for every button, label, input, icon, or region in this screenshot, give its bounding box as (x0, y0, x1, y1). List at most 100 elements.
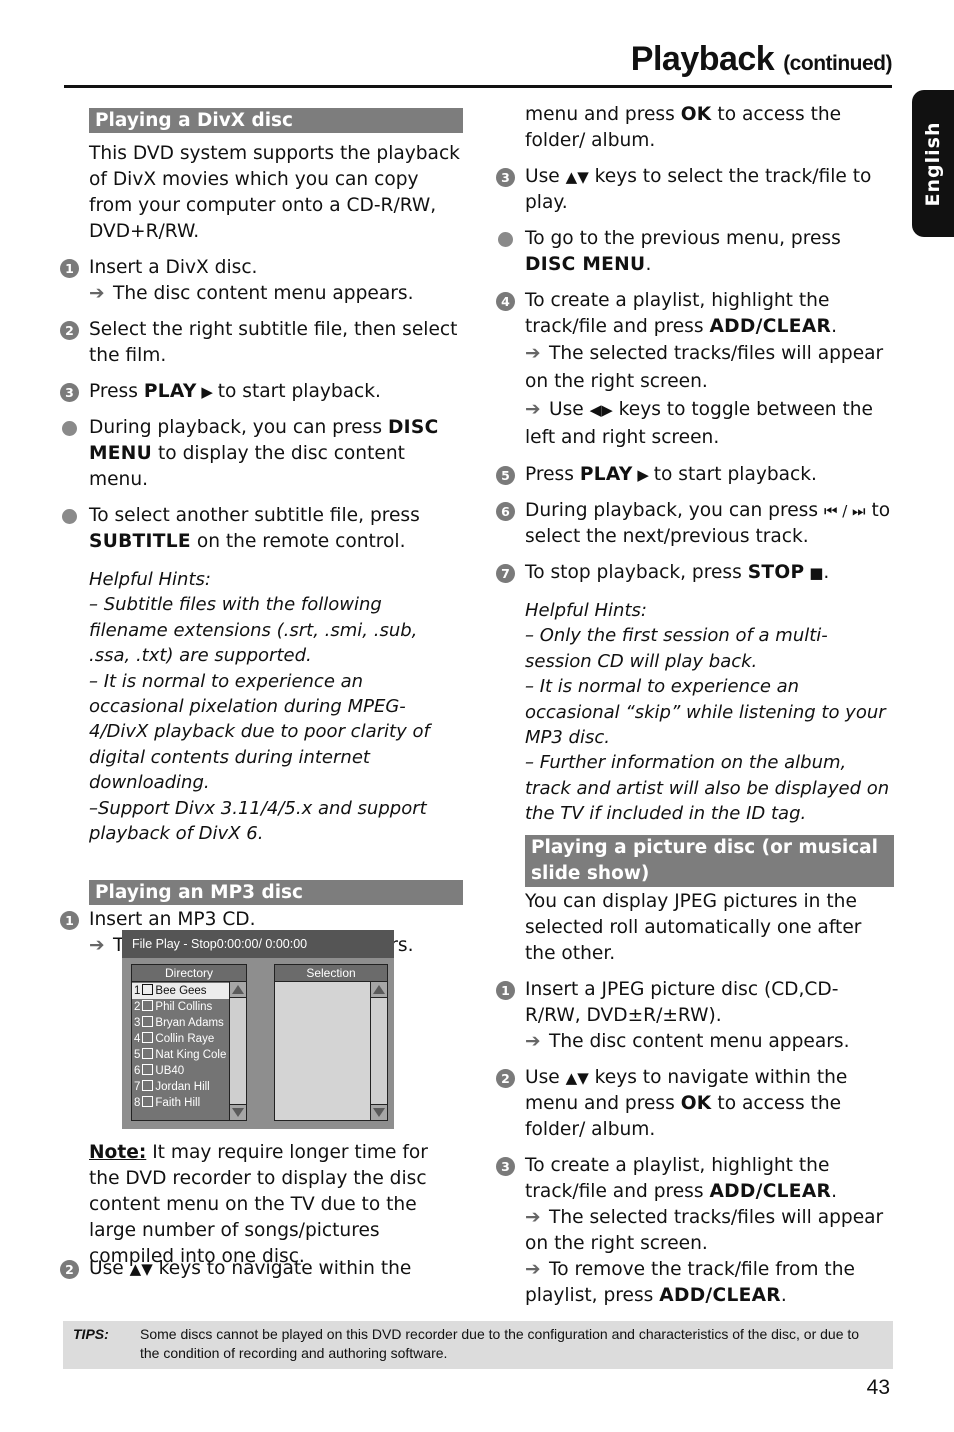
hints-title: Helpful Hints: (89, 569, 211, 590)
result-text: . (780, 1284, 787, 1306)
bullet-icon (498, 232, 513, 247)
divx-bullet-2: To select another subtitle file, press S… (58, 503, 463, 555)
result-text: The disc content menu appears. (549, 1030, 850, 1052)
triangle-up-icon (373, 985, 385, 994)
step-number-icon: 2 (60, 1260, 79, 1279)
item-name: Nat King Cole (155, 1049, 227, 1061)
step-number-icon: 1 (496, 980, 515, 1000)
mp3-step-7: 7 To stop playback, press STOP ■. (494, 560, 894, 586)
directory-scrollbar[interactable] (229, 982, 246, 1120)
mp3-step-2: 2 Use ▲▼ keys to navigate within the (58, 1256, 463, 1282)
mp3-step-2-continued: menu and press OK to access the folder/ … (525, 102, 894, 154)
bullet-text: During playback, you can press (89, 417, 388, 438)
step-number-icon: 4 (496, 292, 515, 311)
page-title: Playback (continued) (630, 40, 893, 79)
step-result: ➔ To remove the track/file from the playl… (525, 1257, 894, 1309)
checkbox-icon[interactable] (142, 1080, 154, 1091)
page-title-main: Playback (630, 40, 775, 78)
selection-scrollbar[interactable] (370, 982, 387, 1120)
tips-label: TIPS: (73, 1326, 109, 1342)
step-number-icon: 1 (60, 259, 79, 278)
hint-item: – It is normal to experience an occasion… (525, 676, 886, 749)
checkbox-icon[interactable] (142, 1048, 154, 1059)
mp3-note: Note: It may require longer time for the… (89, 1140, 464, 1270)
step-text: To stop playback, press (525, 562, 748, 583)
step-number-icon: 3 (60, 383, 79, 402)
screen-status-bar: File Play - Stop0:00:00/ 0:00:00 (122, 930, 394, 958)
step-text: Use (525, 1066, 566, 1088)
note-label: Note: (89, 1142, 147, 1163)
scroll-down-button[interactable] (230, 1104, 246, 1120)
triangle-down-icon (373, 1108, 385, 1117)
arrow-icon: ➔ (525, 343, 541, 364)
step-text: to start playback. (653, 464, 817, 485)
tips-box: TIPS: Some discs cannot be played on thi… (63, 1321, 893, 1369)
arrow-icon: ➔ (525, 1258, 541, 1280)
scroll-up-button[interactable] (230, 982, 246, 998)
directory-item[interactable]: 4 Collin Raye (132, 1031, 229, 1047)
language-tab-label: English (922, 121, 944, 206)
picture-step-3: 3 To create a playlist, highlight the tr… (494, 1153, 894, 1309)
arrow-icon: ➔ (89, 935, 105, 957)
directory-item[interactable]: 1 Bee Gees (132, 983, 229, 999)
directory-list: 1 Bee Gees 2 Phil Collins 3 Bryan Adams 4 Co… (132, 983, 229, 1111)
checkbox-icon[interactable] (142, 1000, 154, 1011)
scroll-down-button[interactable] (371, 1104, 387, 1120)
directory-item[interactable]: 7 Jordan Hill (132, 1079, 229, 1095)
divx-hints: Helpful Hints: – Subtitle files with the… (89, 567, 463, 846)
directory-item[interactable]: 3 Bryan Adams (132, 1015, 229, 1031)
step-result: ➔ The disc content menu appears. (89, 281, 463, 307)
step-number-icon: 3 (496, 168, 515, 187)
section-heading-divx: Playing a DivX disc (89, 108, 463, 133)
step-text: Use (89, 1258, 130, 1279)
item-name: Collin Raye (155, 1033, 215, 1045)
step-number-icon: 2 (60, 321, 79, 340)
hints-title: Helpful Hints: (525, 600, 647, 621)
step-text: Press (89, 381, 144, 402)
checkbox-icon[interactable] (142, 1064, 154, 1075)
hint-item: – Subtitle files with the following file… (89, 594, 418, 667)
step-result: ➔ The selected tracks/files will appear o… (525, 1205, 894, 1257)
bullet-text: . (645, 254, 652, 275)
stop-icon: ■ (804, 564, 824, 582)
page-title-sub: (continued) (783, 52, 892, 75)
result-text: The disc content menu appears. (113, 283, 414, 304)
item-number: 4 (134, 1033, 141, 1045)
step-text: . (831, 1180, 838, 1202)
directory-item[interactable]: 2 Phil Collins (132, 999, 229, 1015)
divx-intro: This DVD system supports the playback of… (89, 143, 460, 242)
step-text: menu and press (525, 104, 681, 125)
step-number-icon: 1 (60, 911, 79, 931)
title-rule (64, 85, 892, 88)
directory-item[interactable]: 5 Nat King Cole (132, 1047, 229, 1063)
directory-item[interactable]: 8 Faith Hill (132, 1095, 229, 1111)
step-text: keys to navigate within the (152, 1258, 412, 1279)
item-name: Bryan Adams (155, 1017, 224, 1029)
directory-item[interactable]: 6 UB40 (132, 1063, 229, 1079)
left-column: Playing a DivX disc This DVD system supp… (58, 108, 463, 959)
result-text: The selected tracks/files will appear on… (525, 343, 884, 392)
checkbox-icon[interactable] (142, 1096, 154, 1107)
checkbox-icon[interactable] (142, 1016, 154, 1027)
arrow-icon: ➔ (89, 283, 105, 304)
language-tab: English (912, 90, 954, 237)
triangle-up-icon (232, 985, 244, 994)
scroll-up-button[interactable] (371, 982, 387, 998)
mp3-hints: Helpful Hints: – Only the first session … (525, 598, 894, 827)
hint-item: – It is normal to experience an occasion… (89, 670, 430, 794)
divx-step-1: 1 Insert a DivX disc. ➔ The disc content … (58, 255, 463, 307)
step-text: Use (525, 166, 566, 187)
directory-pane: Directory 1 Bee Gees 2 Phil Collins 3 Bryan… (131, 964, 247, 1121)
key-label: PLAY (579, 464, 633, 485)
mp3-step-6: 6 During playback, you can press ⏮ / ⏭ t… (494, 498, 894, 550)
step-result: ➔ Use ◀▶ keys to toggle between the left … (525, 396, 894, 452)
checkbox-icon[interactable] (142, 984, 154, 995)
key-label: PLAY (143, 381, 197, 402)
key-label: OK (680, 104, 712, 125)
selection-pane: Selection (274, 964, 388, 1121)
step-text: Insert an MP3 CD. (89, 909, 256, 931)
bullet-icon (62, 421, 77, 436)
selection-header: Selection (275, 965, 387, 982)
checkbox-icon[interactable] (142, 1032, 154, 1043)
item-number: 2 (134, 1001, 141, 1013)
